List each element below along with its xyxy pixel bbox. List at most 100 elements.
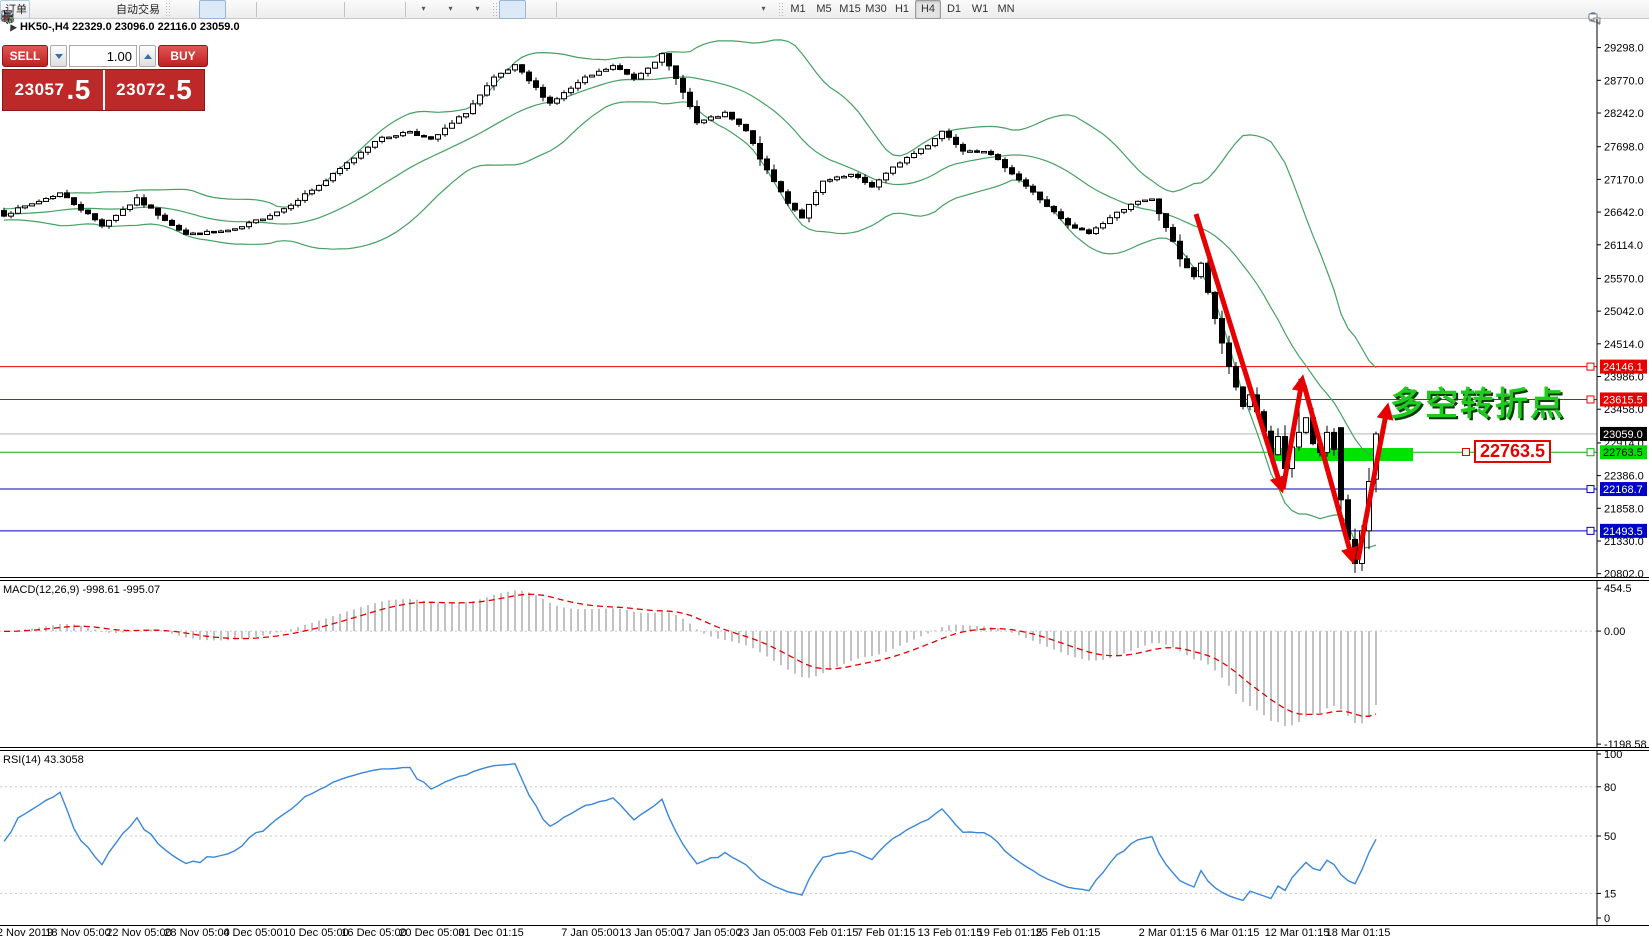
- crosshair-button[interactable]: [526, 0, 553, 19]
- rsi-axis-label: 50: [1604, 831, 1616, 843]
- trend-arrow-annotation[interactable]: [1358, 409, 1387, 560]
- volume-decrease-button[interactable]: [50, 45, 67, 67]
- up-arrow-icon: [144, 54, 152, 59]
- toolbar-drag-handle[interactable]: [492, 2, 497, 17]
- macd-axis-label: 0.00: [1604, 626, 1625, 638]
- timeframe-button-m1[interactable]: M1: [785, 0, 811, 19]
- signal-button[interactable]: [84, 0, 111, 19]
- timeframe-button-w1[interactable]: W1: [967, 0, 993, 19]
- time-axis-label: 18 Nov 05:00: [45, 927, 110, 939]
- turning-point-annotation[interactable]: 多空转折点: [1390, 377, 1565, 425]
- buy-button[interactable]: BUY: [158, 45, 208, 67]
- candle-body: [982, 151, 987, 153]
- horizontal-line-button[interactable]: [587, 0, 614, 19]
- candle-body: [1017, 174, 1022, 180]
- candle-body: [219, 231, 224, 233]
- candle-body: [527, 72, 532, 81]
- text-button[interactable]: A: [695, 0, 722, 19]
- timeframe-button-h1[interactable]: H1: [889, 0, 915, 19]
- price-axis-label: 26642.0: [1604, 207, 1644, 219]
- timeframe-button-h4[interactable]: H4: [915, 0, 941, 19]
- candle-body: [877, 180, 882, 187]
- candle-body: [1276, 437, 1281, 455]
- fibonacci-button[interactable]: F: [668, 0, 695, 19]
- templates-button[interactable]: ▾: [463, 0, 490, 19]
- level-marker-square[interactable]: [1587, 363, 1594, 370]
- candle-body: [310, 190, 315, 193]
- bar-chart-button[interactable]: [172, 0, 199, 19]
- trend-arrow-annotation[interactable]: [1196, 214, 1281, 487]
- level-marker-square[interactable]: [1587, 396, 1594, 403]
- time-axis[interactable]: 2 Nov 201918 Nov 05:0022 Nov 05:0028 Nov…: [0, 925, 1649, 939]
- candle-body: [891, 167, 896, 173]
- auto-scroll-button[interactable]: [348, 0, 375, 19]
- zoom-in-button[interactable]: [260, 0, 287, 19]
- new-chart-button[interactable]: ▾: [409, 0, 436, 19]
- dropdown-caret-icon[interactable]: ▾: [421, 5, 425, 13]
- toolbar-separator: [556, 2, 557, 17]
- candle-body: [947, 131, 952, 137]
- toolbar-drag-handle[interactable]: [778, 2, 783, 17]
- profiles-button[interactable]: ▾: [436, 0, 463, 19]
- candle-body: [107, 220, 112, 226]
- candle-body: [1087, 230, 1092, 234]
- level-marker-square[interactable]: [1587, 527, 1594, 534]
- timeframe-button-mn[interactable]: MN: [993, 0, 1019, 19]
- candlestick-chart-button[interactable]: [199, 0, 226, 19]
- text-label-button[interactable]: T: [722, 0, 749, 19]
- level-marker-square[interactable]: [1587, 486, 1594, 493]
- candle-body: [506, 70, 511, 73]
- level-marker-square[interactable]: [1587, 449, 1594, 456]
- timeframe-button-m30[interactable]: M30: [863, 0, 889, 19]
- price-label-anchor-marker[interactable]: [1462, 448, 1470, 456]
- trend-arrow-annotation[interactable]: [1304, 385, 1352, 558]
- price-label-annotation[interactable]: 22763.5: [1474, 440, 1551, 463]
- chart-shift-button[interactable]: [375, 0, 402, 19]
- dropdown-caret-icon[interactable]: ▾: [475, 5, 479, 13]
- zoom-out-button[interactable]: [287, 0, 314, 19]
- candle-body: [625, 69, 630, 74]
- candle-body: [275, 212, 280, 216]
- sell-button[interactable]: SELL: [2, 45, 48, 67]
- price-axis-label: 28770.0: [1604, 75, 1644, 87]
- candle-body: [674, 66, 679, 79]
- time-axis-label: 16 Dec 05:00: [341, 927, 406, 939]
- candle-body: [226, 230, 231, 232]
- main-chart-pane[interactable]: 29298.028770.028242.027698.027170.026642…: [0, 19, 1649, 577]
- gold-symbol-button[interactable]: [30, 0, 57, 19]
- chat-button[interactable]: [1618, 1, 1645, 20]
- time-axis-label: 19 Feb 01:15: [978, 927, 1043, 939]
- timeframe-button-m5[interactable]: M5: [811, 0, 837, 19]
- toolbar-drag-handle[interactable]: [165, 2, 170, 17]
- trendline-button[interactable]: [614, 0, 641, 19]
- autotrading-button[interactable]: 自动交易: [111, 0, 163, 19]
- macd-pane[interactable]: 454.50.00-1198.58: [0, 581, 1649, 747]
- candle-body: [842, 176, 847, 178]
- rsi-pane[interactable]: 1008050150: [0, 751, 1649, 925]
- equidistant-channel-button[interactable]: E: [641, 0, 668, 19]
- cursor-button[interactable]: [499, 0, 526, 19]
- down-arrow-icon: [55, 54, 63, 59]
- volume-input[interactable]: [69, 45, 137, 67]
- candle-body: [1045, 200, 1050, 207]
- bid-ask-display[interactable]: 23057.5 23072.5: [2, 69, 205, 111]
- arrows-button[interactable]: ▾: [749, 0, 776, 19]
- timeframe-button-d1[interactable]: D1: [941, 0, 967, 19]
- candle-body: [1129, 204, 1134, 209]
- timeframe-button-m15[interactable]: M15: [837, 0, 863, 19]
- volume-increase-button[interactable]: [139, 45, 156, 67]
- candle-body: [1108, 218, 1113, 224]
- one-click-trading-panel: SELL BUY 23057.5 23072.5: [2, 45, 205, 111]
- vertical-line-button[interactable]: [560, 0, 587, 19]
- time-axis-label: 10 Dec 05:00: [283, 927, 348, 939]
- dropdown-caret-icon[interactable]: ▾: [761, 5, 765, 13]
- candle-body: [240, 227, 245, 229]
- dropdown-caret-icon[interactable]: ▾: [448, 5, 452, 13]
- tile-windows-button[interactable]: [314, 0, 341, 19]
- line-chart-button[interactable]: [226, 0, 253, 19]
- candle-body: [975, 151, 980, 153]
- rsi-axis-label: 100: [1604, 751, 1622, 761]
- terminal-button[interactable]: [57, 0, 84, 19]
- main-toolbar: 订单自动交易▾▾▾EFAT▾M1M5M15M30H1H4D1W1MN: [0, 0, 1649, 19]
- candle-body: [72, 198, 77, 205]
